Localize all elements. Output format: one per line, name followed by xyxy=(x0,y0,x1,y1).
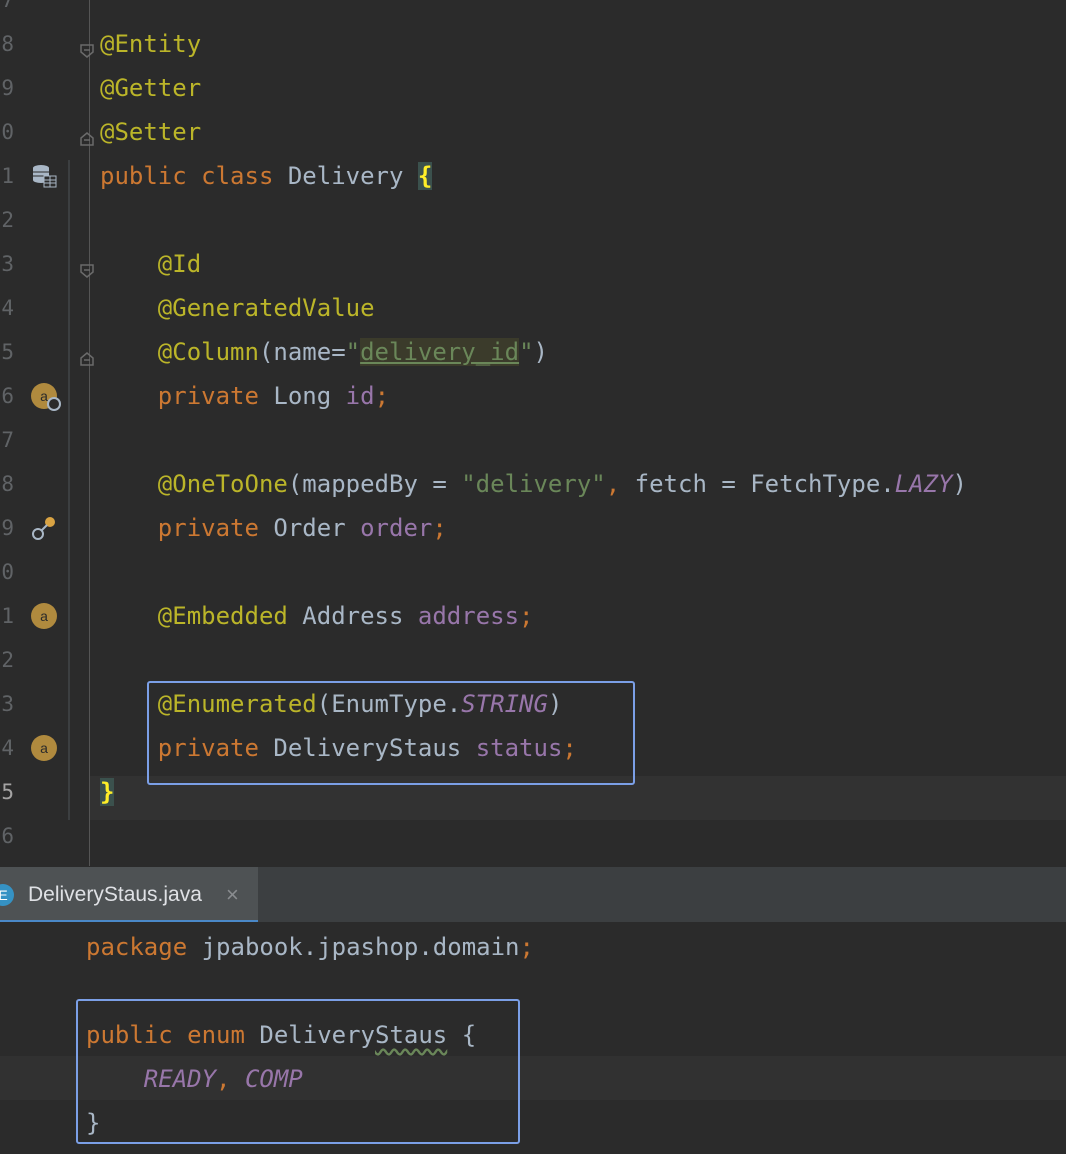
code-line[interactable]: private Order order; xyxy=(100,506,447,550)
line-number: 7 xyxy=(1,428,14,452)
code-line[interactable]: @Id xyxy=(100,242,201,286)
code-line[interactable]: public class Delivery { xyxy=(100,154,433,198)
code-token: ) xyxy=(533,338,548,366)
close-icon[interactable]: × xyxy=(226,867,239,923)
fold-end-icon[interactable] xyxy=(80,132,94,146)
editor-tab-bar: E DeliveryStaus.java × xyxy=(0,866,1066,923)
code-token: id xyxy=(345,382,375,410)
code-token: order xyxy=(360,514,433,542)
code-token: package xyxy=(86,933,188,961)
fold-marker-icon[interactable] xyxy=(80,44,94,58)
code-token: ; xyxy=(519,933,534,961)
code-line[interactable]: @GeneratedValue xyxy=(100,286,375,330)
code-token: Long xyxy=(258,382,346,410)
database-table-icon[interactable] xyxy=(31,163,57,189)
line-number: 7 xyxy=(1,0,14,12)
code-line[interactable]: @Embedded Address address; xyxy=(100,594,534,638)
attribute-key-icon[interactable]: a xyxy=(31,383,61,411)
code-token: Address xyxy=(287,602,418,630)
line-number: 2 xyxy=(1,648,14,672)
fold-end-icon[interactable] xyxy=(80,352,94,366)
code-token: @GeneratedValue xyxy=(157,294,375,322)
line-number: 4 xyxy=(1,296,14,320)
code-line[interactable]: @Getter xyxy=(100,66,201,110)
code-token: @Getter xyxy=(100,74,202,102)
code-token: @Id xyxy=(157,250,202,278)
line-number: 1 xyxy=(1,164,14,188)
line-number: 1 xyxy=(1,604,14,628)
code-token: private xyxy=(157,382,259,410)
code-line[interactable]: private Long id; xyxy=(100,374,389,418)
line-number: 9 xyxy=(1,516,14,540)
tab-label: DeliveryStaus.java xyxy=(28,883,202,906)
line-number: 0 xyxy=(1,120,14,144)
code-token: (name= xyxy=(258,338,346,366)
enum-file-icon: E xyxy=(0,884,14,906)
code-token: (mappedBy = xyxy=(287,470,462,498)
code-token: ; xyxy=(519,602,534,630)
highlight-box-enum xyxy=(76,999,520,1144)
code-line[interactable]: @OneToOne(mappedBy = "delivery", fetch =… xyxy=(100,462,967,506)
line-number: 9 xyxy=(1,76,14,100)
line-number: 3 xyxy=(1,252,14,276)
line-number: 8 xyxy=(1,472,14,496)
highlight-box-enumerated xyxy=(147,681,635,785)
code-line[interactable]: @Column(name="delivery_id") xyxy=(100,330,548,374)
code-token: @OneToOne xyxy=(157,470,288,498)
code-token: fetch = FetchType. xyxy=(634,470,895,498)
relation-link-icon[interactable] xyxy=(31,515,57,541)
code-token: { xyxy=(417,162,433,190)
editor-top[interactable]: 7 8 @Entity 9 @Getter 0 @Setter 1 public class D… xyxy=(0,0,1066,866)
code-line[interactable]: } xyxy=(100,770,115,814)
code-token: Order xyxy=(258,514,361,542)
code-token: " xyxy=(519,338,534,366)
line-number: 3 xyxy=(1,692,14,716)
code-line[interactable]: @Entity xyxy=(100,22,201,66)
code-line[interactable]: package jpabook.jpashop.domain; xyxy=(86,925,534,969)
line-number: 5 xyxy=(1,340,14,364)
line-number: 4 xyxy=(1,736,14,760)
line-number: 8 xyxy=(1,32,14,56)
line-number: 5 xyxy=(1,780,14,804)
gutter-divider xyxy=(68,160,70,820)
line-number: 2 xyxy=(1,208,14,232)
fold-marker-icon[interactable] xyxy=(80,264,94,278)
line-number: 6 xyxy=(1,824,14,848)
code-token: jpabook.jpashop.domain xyxy=(187,933,520,961)
code-token: } xyxy=(100,778,115,806)
code-token: @Entity xyxy=(100,30,202,58)
code-token: "delivery" xyxy=(461,470,606,498)
editor-bottom[interactable]: package jpabook.jpashop.domain; public en… xyxy=(0,922,1066,1154)
gutter-line xyxy=(89,0,90,866)
code-token: ; xyxy=(374,382,390,410)
code-token: , xyxy=(605,470,635,498)
code-line[interactable]: @Setter xyxy=(100,110,201,154)
code-token: delivery_id xyxy=(360,338,520,366)
tab-delivery-staus[interactable]: E DeliveryStaus.java × xyxy=(0,867,258,923)
line-number: 6 xyxy=(1,384,14,408)
code-token: public xyxy=(100,162,187,190)
code-token: address xyxy=(417,602,520,630)
code-token: ) xyxy=(952,470,967,498)
code-token: @Column xyxy=(157,338,259,366)
code-token: Delivery xyxy=(273,162,418,190)
code-token: @Setter xyxy=(100,118,202,146)
attribute-icon[interactable]: a xyxy=(31,735,57,761)
line-number: 0 xyxy=(1,560,14,584)
code-token: @Embedded xyxy=(157,602,288,630)
code-token: class xyxy=(201,162,274,190)
code-token: ; xyxy=(432,514,447,542)
attribute-icon[interactable]: a xyxy=(31,603,57,629)
code-token: private xyxy=(157,514,259,542)
code-token: LAZY xyxy=(894,470,953,498)
code-token: " xyxy=(345,338,361,366)
